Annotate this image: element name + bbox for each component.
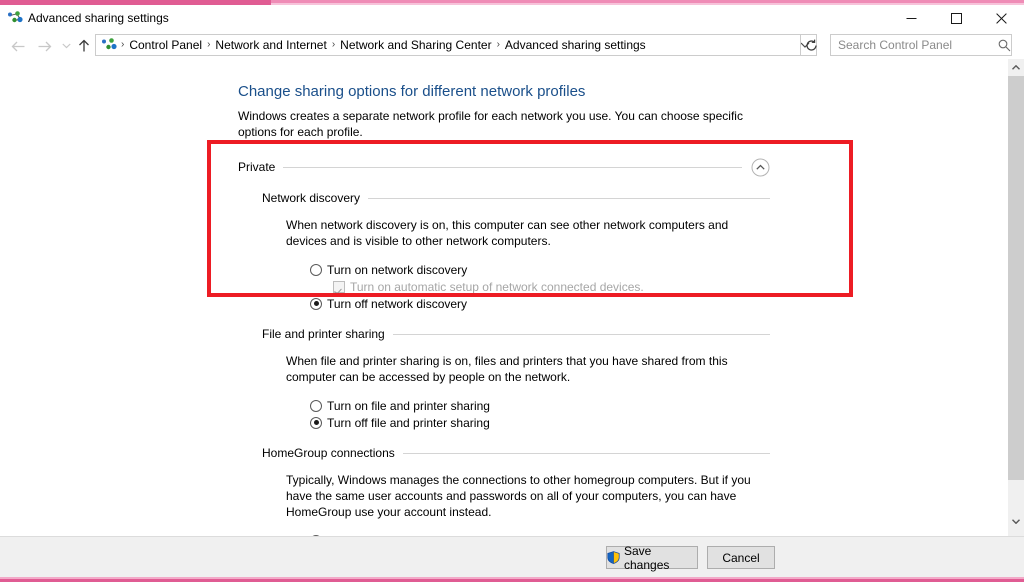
search-input[interactable] — [831, 35, 993, 55]
radio-row-turn-on-file-sharing[interactable]: Turn on file and printer sharing — [310, 397, 770, 414]
option-group-network-discovery: Turn on network discovery Turn on automa… — [310, 261, 770, 312]
divider — [283, 166, 742, 168]
save-changes-label: Save changes — [624, 543, 670, 572]
section-description-file-and-printer-sharing: When file and printer sharing is on, fil… — [286, 354, 728, 384]
advanced-sharing-settings-window: Advanced sharing settings › Control Pane… — [0, 0, 1024, 582]
search-icon[interactable] — [993, 39, 1015, 52]
radio-turn-on-network-discovery[interactable] — [310, 263, 322, 276]
back-icon[interactable] — [8, 36, 28, 56]
checkbox-automatic-setup[interactable] — [333, 280, 345, 293]
cancel-button[interactable]: Cancel — [707, 546, 775, 569]
search-box[interactable] — [830, 34, 1012, 56]
scroll-down-icon[interactable] — [1008, 513, 1024, 530]
breadcrumb-item-advanced-sharing-settings[interactable]: Advanced sharing settings — [501, 35, 650, 55]
uac-shield-icon — [607, 551, 620, 564]
network-sharing-icon — [7, 11, 24, 26]
radio-row-turn-off-file-sharing[interactable]: Turn off file and printer sharing — [310, 414, 770, 431]
section-network-discovery: Network discovery When network discovery… — [262, 190, 770, 312]
section-body: Typically, Windows manages the connectio… — [286, 472, 770, 536]
option-group-file-and-printer-sharing: Turn on file and printer sharing Turn of… — [310, 397, 770, 431]
radio-row-turn-off-network-discovery[interactable]: Turn off network discovery — [310, 295, 770, 312]
section-file-and-printer-sharing: File and printer sharing When file and p… — [262, 326, 770, 431]
section-header: Network discovery — [262, 190, 770, 206]
chevron-up-icon[interactable] — [751, 158, 770, 177]
page-description: Windows creates a separate network profi… — [238, 109, 743, 139]
radio-label-turn-off-file-sharing: Turn off file and printer sharing — [327, 415, 490, 430]
section-description-homegroup-connections: Typically, Windows manages the connectio… — [286, 473, 751, 519]
close-button[interactable] — [979, 5, 1024, 32]
radio-turn-on-file-sharing[interactable] — [310, 399, 322, 412]
chevron-down-icon[interactable] — [58, 36, 74, 56]
section-title-network-discovery: Network discovery — [262, 191, 361, 205]
minimize-button[interactable] — [889, 5, 934, 32]
settings-pane: Change sharing options for different net… — [238, 82, 770, 536]
vertical-scrollbar[interactable] — [1008, 59, 1024, 536]
cancel-label: Cancel — [722, 550, 760, 565]
section-body: When network discovery is on, this compu… — [286, 217, 770, 312]
section-header: File and printer sharing — [262, 326, 770, 342]
breadcrumb-item-control-panel[interactable]: Control Panel — [125, 35, 206, 55]
radio-turn-off-network-discovery[interactable] — [310, 297, 322, 310]
section-description-network-discovery: When network discovery is on, this compu… — [286, 218, 729, 248]
radio-label-turn-on-file-sharing: Turn on file and printer sharing — [327, 398, 490, 413]
breadcrumb-item-network-and-sharing-center[interactable]: Network and Sharing Center — [336, 35, 495, 55]
section-title-homegroup-connections: HomeGroup connections — [262, 446, 395, 460]
divider — [392, 333, 770, 335]
profile-name-private: Private — [238, 160, 276, 174]
address-bar[interactable]: › Control Panel › Network and Internet ›… — [95, 34, 817, 56]
window-controls — [889, 5, 1024, 32]
maximize-button[interactable] — [934, 5, 979, 32]
radio-label-turn-on-network-discovery: Turn on network discovery — [327, 262, 468, 277]
scroll-up-icon[interactable] — [1008, 59, 1024, 76]
up-icon[interactable] — [74, 36, 94, 56]
section-homegroup-connections: HomeGroup connections Typically, Windows… — [262, 445, 770, 536]
checkbox-row-automatic-setup[interactable]: Turn on automatic setup of network conne… — [333, 278, 770, 295]
section-body: When file and printer sharing is on, fil… — [286, 353, 770, 431]
address-bar-network-icon — [101, 37, 118, 53]
radio-label-turn-off-network-discovery: Turn off network discovery — [327, 296, 468, 311]
scrollbar-thumb[interactable] — [1008, 76, 1024, 480]
breadcrumb-item-network-and-internet[interactable]: Network and Internet — [211, 35, 330, 55]
page-title: Change sharing options for different net… — [238, 83, 586, 100]
radio-row-turn-on-network-discovery[interactable]: Turn on network discovery — [310, 261, 770, 278]
content-area: Change sharing options for different net… — [0, 59, 1008, 536]
radio-turn-off-file-sharing[interactable] — [310, 416, 322, 429]
forward-icon[interactable] — [34, 36, 54, 56]
save-changes-button[interactable]: Save changes — [606, 543, 698, 572]
window-title: Advanced sharing settings — [28, 11, 169, 25]
section-header: HomeGroup connections — [262, 445, 770, 461]
checkbox-label-automatic-setup: Turn on automatic setup of network conne… — [350, 279, 644, 294]
section-title-file-and-printer-sharing: File and printer sharing — [262, 327, 385, 341]
navigation-bar: › Control Panel › Network and Internet ›… — [0, 32, 1024, 59]
divider — [368, 197, 770, 199]
title-bar: Advanced sharing settings — [0, 5, 1024, 32]
refresh-icon[interactable] — [800, 34, 822, 56]
divider — [402, 452, 770, 454]
dialog-footer: Save changes Cancel — [0, 536, 1024, 577]
breadcrumb: › Control Panel › Network and Internet ›… — [118, 35, 794, 55]
profile-header-private[interactable]: Private — [238, 158, 770, 176]
